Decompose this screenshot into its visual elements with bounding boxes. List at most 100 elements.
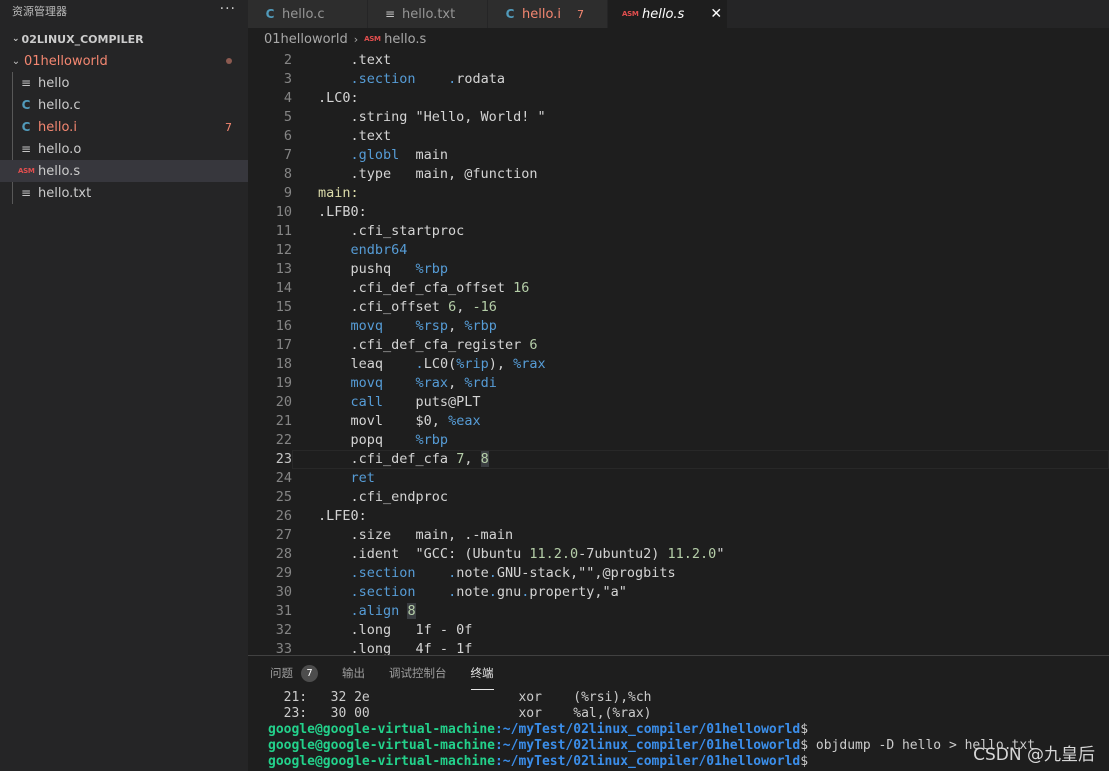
file-item[interactable]: ASM hello.s <box>0 160 248 182</box>
code-line[interactable]: 33 .long 4f - 1f <box>248 640 1109 655</box>
line-content: movl $0, %eax <box>292 412 1109 431</box>
code-line[interactable]: 23 .cfi_def_cfa 7, 8 <box>248 450 1109 469</box>
line-number: 16 <box>275 318 292 334</box>
code-token: 4f - 1f <box>391 641 473 655</box>
code-line[interactable]: 9 main: <box>248 184 1109 203</box>
code-line[interactable]: 2 .text <box>248 51 1109 70</box>
code-token: .size <box>350 527 392 543</box>
code-token: . <box>488 565 497 581</box>
breadcrumb-file[interactable]: hello.s <box>384 32 426 47</box>
line-number: 8 <box>283 166 292 182</box>
lines-icon: ≡ <box>20 76 32 90</box>
code-line[interactable]: 15 .cfi_offset 6, -16 <box>248 298 1109 317</box>
line-number: 6 <box>283 128 292 144</box>
more-actions-icon[interactable]: ··· <box>220 1 236 17</box>
line-number: 14 <box>275 280 292 296</box>
panel-tab[interactable]: 问题 7 <box>270 656 318 690</box>
line-number: 20 <box>275 394 292 410</box>
panel-tab[interactable]: 调试控制台 <box>389 656 447 690</box>
file-item[interactable]: ≡ hello.o <box>0 138 248 160</box>
code-line[interactable]: 21 movl $0, %eax <box>248 412 1109 431</box>
line-number: 25 <box>275 489 292 505</box>
line-content: leaq .LC0(%rip), %rax <box>292 355 1109 374</box>
folder-01helloworld[interactable]: ⌄ 01helloworld <box>0 50 248 72</box>
tab-hello-s[interactable]: ASM hello.s ✕ <box>608 0 728 28</box>
terminal-text: 23: 30 00 xor %al,(%rax) <box>268 706 652 721</box>
code-line[interactable]: 28 .ident "GCC: (Ubuntu 11.2.0-7ubuntu2)… <box>248 545 1109 564</box>
code-line[interactable]: 13 pushq %rbp <box>248 260 1109 279</box>
line-content: .LC0: <box>292 89 1109 108</box>
file-item[interactable]: Chello.i 7 <box>0 116 248 138</box>
project-root[interactable]: ⌄ 02LINUX_COMPILER <box>0 28 248 50</box>
code-line[interactable]: 17 .cfi_def_cfa_register 6 <box>248 336 1109 355</box>
panel-tab[interactable]: 终端 <box>470 656 494 690</box>
code-token: main <box>399 147 449 163</box>
file-item[interactable]: ≡ hello <box>0 72 248 94</box>
code-line[interactable]: 22 popq %rbp <box>248 431 1109 450</box>
code-line[interactable]: 27 .size main, .-main <box>248 526 1109 545</box>
code-line[interactable]: 4 .LC0: <box>248 89 1109 108</box>
code-token: .text <box>350 52 392 68</box>
code-line[interactable]: 25 .cfi_endproc <box>248 488 1109 507</box>
tab-hello-i[interactable]: Chello.i 7 <box>488 0 608 28</box>
line-number: 13 <box>275 261 292 277</box>
asm-icon: ASM <box>364 35 381 43</box>
code-token: gnu <box>496 584 522 600</box>
code-line[interactable]: 24 ret <box>248 469 1109 488</box>
code-line[interactable]: 18 leaq .LC0(%rip), %rax <box>248 355 1109 374</box>
line-content: main: <box>292 184 1109 203</box>
panel-tab[interactable]: 输出 <box>342 656 365 690</box>
code-line[interactable]: 29 .section .note.GNU-stack,"",@progbits <box>248 564 1109 583</box>
breadcrumb-folder[interactable]: 01helloworld <box>264 32 348 47</box>
code-line[interactable]: 5 .string "Hello, World! " <box>248 108 1109 127</box>
problem-count-badge: 7 <box>225 120 232 134</box>
code-line[interactable]: 16 movq %rsp, %rbp <box>248 317 1109 336</box>
code-token: ), <box>488 356 514 372</box>
line-content: .LFE0: <box>292 507 1109 526</box>
code-line[interactable]: 32 .long 1f - 0f <box>248 621 1109 640</box>
code-line[interactable]: 12 endbr64 <box>248 241 1109 260</box>
line-content: .size main, .-main <box>292 526 1109 545</box>
code-token: 8 <box>480 451 489 467</box>
line-number: 9 <box>283 185 292 201</box>
code-line[interactable]: 7 .globl main <box>248 146 1109 165</box>
code-line[interactable]: 20 call puts@PLT <box>248 393 1109 412</box>
lines-icon: ≡ <box>384 7 396 21</box>
lines-icon: ≡ <box>20 142 32 156</box>
line-content: .text <box>292 127 1109 146</box>
code-line[interactable]: 3 .section .rodata <box>248 70 1109 89</box>
line-number: 5 <box>283 109 292 125</box>
code-token: LC0( <box>423 356 457 372</box>
code-line[interactable]: 26 .LFE0: <box>248 507 1109 526</box>
line-content: movq %rsp, %rbp <box>292 317 1109 336</box>
code-line[interactable]: 19 movq %rax, %rdi <box>248 374 1109 393</box>
file-item[interactable]: Chello.c <box>0 94 248 116</box>
code-editor[interactable]: 2 .text 3 .section .rodata 4 .LC0: 5 .string… <box>248 51 1109 655</box>
code-line[interactable]: 14 .cfi_def_cfa_offset 16 <box>248 279 1109 298</box>
close-icon[interactable]: ✕ <box>710 6 722 22</box>
code-token: .globl <box>350 147 400 163</box>
code-line[interactable]: 8 .type main, @function <box>248 165 1109 184</box>
tab-hello-c[interactable]: Chello.c <box>248 0 368 28</box>
line-content: .section .rodata <box>292 70 1109 89</box>
code-token: .long <box>350 641 392 655</box>
panel-tab-label: 终端 <box>470 666 494 680</box>
code-token: . <box>415 356 424 372</box>
tab-hello-txt[interactable]: ≡ hello.txt <box>368 0 488 28</box>
panel-tab-label: 输出 <box>342 666 365 680</box>
code-line[interactable]: 11 .cfi_startproc <box>248 222 1109 241</box>
code-token: .long <box>350 622 392 638</box>
code-line[interactable]: 6 .text <box>248 127 1109 146</box>
code-line[interactable]: 10 .LFB0: <box>248 203 1109 222</box>
code-line[interactable]: 31 .align 8 <box>248 602 1109 621</box>
file-item[interactable]: ≡ hello.txt <box>0 182 248 204</box>
code-token: %eax <box>448 413 481 429</box>
code-line[interactable]: 30 .section .note.gnu.property,"a" <box>248 583 1109 602</box>
